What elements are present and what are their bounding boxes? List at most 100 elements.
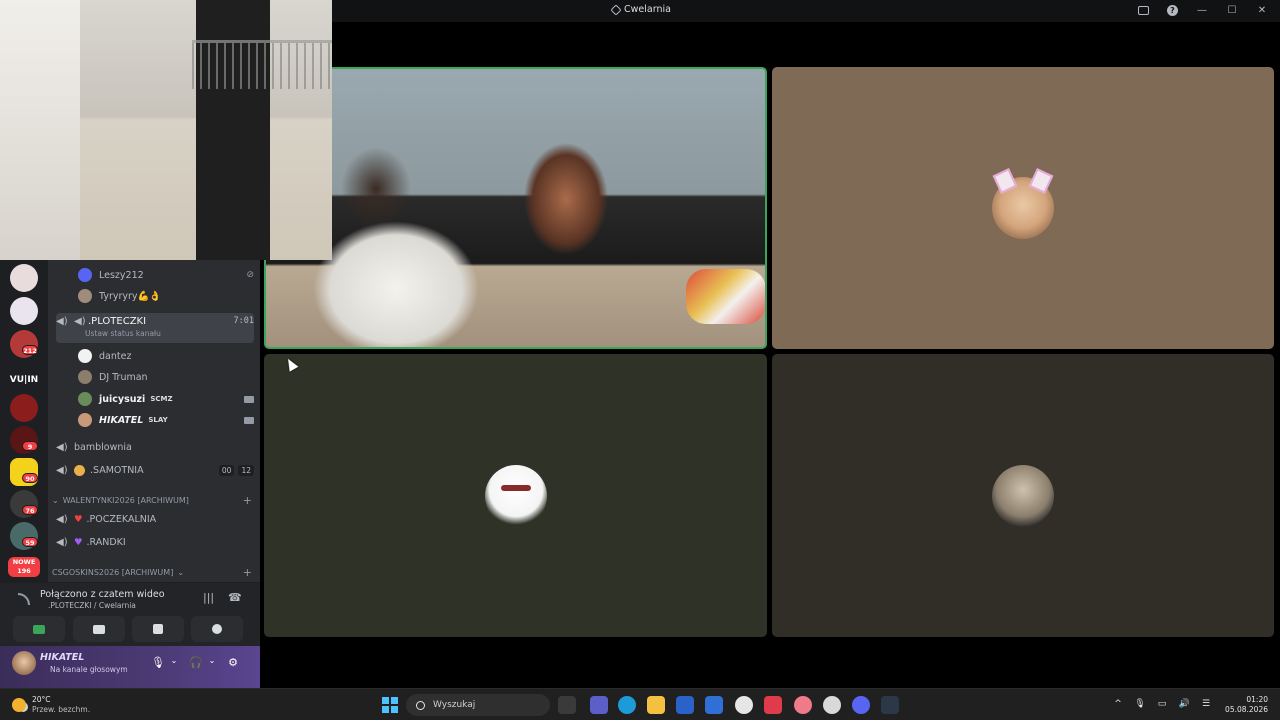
outlook-icon[interactable]	[705, 696, 723, 714]
voice-channel[interactable]: ◀) bamblownia	[56, 437, 254, 457]
voice-channel-active[interactable]: ◀) ◀) .PLOTECZKI 7:01 Ustaw status kanał…	[56, 313, 254, 343]
chevron-up-icon[interactable]: ^	[1112, 699, 1124, 711]
webcam-overlay	[0, 0, 332, 260]
server-icon-text[interactable]: VU|IN	[8, 367, 40, 393]
discord-window: Cwelarnia ? — ☐ ✕ 212 VU|IN 9 90 76 59 N…	[0, 0, 1280, 720]
participant-tile-ghost[interactable]	[264, 354, 767, 637]
task-view-icon[interactable]	[558, 696, 576, 714]
add-channel-icon[interactable]: +	[243, 566, 252, 579]
speaker-icon: ◀)	[56, 513, 68, 525]
chrome-icon[interactable]	[823, 696, 841, 714]
app-icon[interactable]	[735, 696, 753, 714]
camera-stream	[266, 69, 765, 347]
display-icon[interactable]: ▭	[1156, 699, 1168, 711]
help-icon[interactable]: ?	[1167, 4, 1178, 16]
teams-icon[interactable]	[590, 696, 608, 714]
file-explorer-icon[interactable]	[647, 696, 665, 714]
chevron-down-icon[interactable]: ⌄	[206, 656, 218, 670]
server-icon[interactable]	[10, 297, 38, 325]
activities-button[interactable]	[132, 616, 184, 642]
category-name: CSGOSKINS2026 [ARCHIWUM]	[52, 567, 174, 577]
signal-icon[interactable]	[18, 593, 30, 605]
disconnect-icon[interactable]: ☎	[228, 591, 242, 605]
voice-status-subtitle[interactable]: .PLOTECZKI / Cwelarnia	[48, 601, 136, 610]
minimize-icon[interactable]: —	[1196, 3, 1208, 17]
new-label: NOWE	[12, 558, 36, 566]
weather-text: 20°C Przew. bezchm.	[32, 695, 90, 715]
member-name: juicysuzi	[99, 393, 146, 405]
channel-status[interactable]: Ustaw status kanału	[85, 329, 161, 338]
microphone-icon[interactable]: 🎙	[151, 656, 165, 670]
category-header[interactable]: ⌄ WALENTYNKI2026 [ARCHIWUM] +	[52, 493, 252, 507]
voice-channel[interactable]: ◀) ♥ .RANDKI	[56, 532, 254, 552]
microphone-icon[interactable]: 🎙	[1134, 699, 1146, 711]
weather-widget[interactable]: 20°C Przew. bezchm.	[12, 695, 90, 715]
count-limit: 12	[238, 464, 254, 476]
voice-member[interactable]: Tyryryry💪👌	[78, 286, 254, 306]
screenshare-button[interactable]	[73, 616, 125, 642]
camera-icon	[33, 624, 45, 634]
voice-status-title: Połączono z czatem wideo	[40, 589, 165, 600]
headphones-icon[interactable]: 🎧	[189, 656, 203, 670]
server-badge: 59	[22, 537, 38, 547]
emoji-icon	[74, 464, 85, 476]
server-badge: 212	[22, 345, 38, 355]
voice-member[interactable]: HIKATEL SLAY	[78, 410, 254, 430]
speaker-icon: ◀)	[56, 316, 68, 327]
channel-icon	[610, 3, 622, 16]
server-icon[interactable]	[10, 264, 38, 292]
member-avatar	[78, 370, 92, 384]
user-name[interactable]: HIKATEL	[40, 652, 84, 663]
voice-member[interactable]: Leszy212 ⊘	[78, 265, 254, 285]
edge-icon[interactable]	[618, 696, 636, 714]
new-unreads-pill[interactable]: NOWE 196	[8, 557, 40, 577]
steam-icon[interactable]	[881, 696, 899, 714]
close-icon[interactable]: ✕	[1256, 3, 1268, 17]
user-panel: HIKATEL Na kanale głosowym 🎙 ⌄ 🎧 ⌄ ⚙	[0, 646, 260, 688]
taskbar-search[interactable]: Wyszukaj	[406, 694, 550, 716]
voice-channel-name: bamblownia	[74, 441, 132, 453]
soundboard-button[interactable]	[191, 616, 243, 642]
voice-member[interactable]: dantez	[78, 346, 254, 366]
add-channel-icon[interactable]: +	[243, 494, 252, 507]
voice-member[interactable]: DJ Truman	[78, 367, 254, 387]
noise-suppression-icon[interactable]: |||	[203, 591, 217, 605]
member-name: DJ Truman	[99, 371, 148, 383]
clock-date: 05.08.2026	[1225, 705, 1268, 714]
gear-icon[interactable]: ⚙	[227, 656, 239, 670]
clock[interactable]: 01:20 05.08.2026	[1225, 695, 1268, 715]
category-header[interactable]: CSGOSKINS2026 [ARCHIWUM] ⌄ +	[52, 565, 252, 579]
camera-tile[interactable]	[264, 67, 767, 349]
voice-channel[interactable]: ◀) ♥ .POCZEKALNIA	[56, 509, 254, 529]
server-badge: 76	[22, 505, 38, 515]
speaker-icon: ◀)	[56, 464, 68, 476]
voice-channel[interactable]: ◀) .SAMOTNIA 00 12	[56, 460, 254, 480]
channel-list: Leszy212 ⊘ Tyryryry💪👌 ◀) ◀) .PLOTECZKI 7…	[48, 260, 260, 588]
opera-icon[interactable]	[794, 696, 812, 714]
windows-start-icon[interactable]	[382, 697, 398, 713]
window-controls: ? — ☐ ✕	[1138, 3, 1268, 17]
speaker-icon: ◀)	[74, 316, 86, 327]
window-title-text: Cwelarnia	[624, 4, 671, 15]
chevron-down-icon[interactable]: ⌄	[168, 656, 180, 670]
count-current: 00	[218, 464, 235, 476]
volume-icon[interactable]: 🔊	[1178, 699, 1190, 711]
server-icon[interactable]	[10, 394, 38, 422]
participant-tile-cat[interactable]	[772, 354, 1274, 637]
clock-time: 01:20	[1246, 695, 1268, 704]
avatar[interactable]	[12, 651, 36, 675]
app-icon[interactable]	[764, 696, 782, 714]
store-icon[interactable]	[676, 696, 694, 714]
voice-member[interactable]: juicysuzi SCMZ	[78, 389, 254, 409]
camera-button[interactable]	[13, 616, 65, 642]
new-count: 196	[17, 567, 31, 575]
member-name: dantez	[99, 350, 132, 362]
user-status: Na kanale głosowym	[50, 665, 128, 674]
discord-icon[interactable]	[852, 696, 870, 714]
maximize-icon[interactable]: ☐	[1226, 3, 1238, 17]
network-icon[interactable]: ☰	[1200, 699, 1212, 711]
participant-tile-girl[interactable]	[772, 67, 1274, 349]
camera-icon	[244, 395, 254, 403]
screenshare-icon	[93, 624, 105, 634]
inbox-icon[interactable]	[1138, 5, 1149, 15]
